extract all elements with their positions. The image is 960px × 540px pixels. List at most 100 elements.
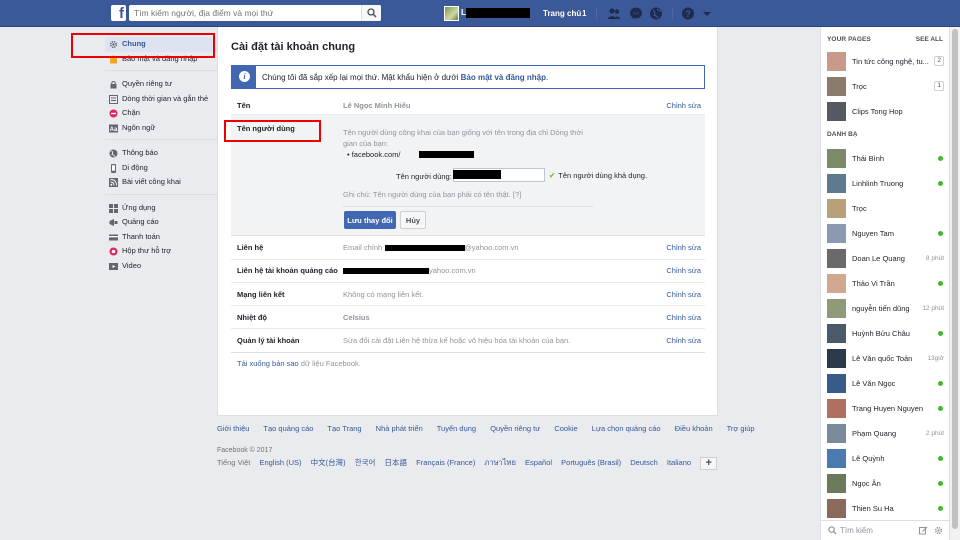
sidebar-item-mobile[interactable]: Di động — [105, 161, 217, 176]
profile-avatar[interactable] — [444, 6, 459, 21]
friend-requests-icon[interactable] — [607, 7, 621, 20]
highlight-box — [71, 33, 215, 58]
edit-link[interactable]: Chỉnh sửa — [666, 266, 701, 275]
search-input[interactable] — [129, 5, 349, 21]
footer-link[interactable]: Điều khoản — [675, 424, 713, 433]
page-name: Trọc — [852, 82, 867, 91]
contact-item[interactable]: Linhlinh Truong — [826, 172, 946, 194]
contact-item[interactable]: Lê Văn Ngọc — [826, 372, 946, 394]
contact-item[interactable]: Phạm Quang 2 phút — [826, 422, 946, 444]
contact-item[interactable]: Lê Văn quốc Toản 13giờ — [826, 347, 946, 369]
contact-item[interactable]: Trọc — [826, 197, 946, 219]
see-all-link[interactable]: SEE ALL — [916, 36, 943, 43]
sidebar-item-notifications[interactable]: Thông báo — [105, 146, 217, 161]
home-link[interactable]: Trang chủ — [543, 9, 581, 18]
edit-link[interactable]: Chỉnh sửa — [666, 290, 701, 299]
language-link[interactable]: English (US) — [259, 458, 301, 467]
contact-item[interactable]: Doan Le Quang 8 phút — [826, 247, 946, 269]
search-icon — [828, 526, 837, 535]
last-active-time: 13giờ — [927, 355, 944, 362]
sidebar-item-language[interactable]: Aa Ngôn ngữ — [105, 121, 217, 136]
sidebar-item-privacy[interactable]: Quyền riêng tư — [105, 77, 217, 92]
home-count: 1 — [582, 9, 587, 18]
page-item[interactable]: Trọc 1 — [826, 75, 946, 97]
contact-name: Nguyen Tam — [852, 229, 894, 238]
edit-link[interactable]: Chỉnh sửa — [666, 336, 701, 345]
language-link[interactable]: 한국어 — [355, 458, 376, 467]
download-copy-link[interactable]: Tải xuống bản sao — [237, 359, 299, 368]
language-link[interactable]: Français (France) — [416, 458, 475, 467]
language-link[interactable]: Deutsch — [630, 458, 658, 467]
footer-links: Giới thiệu Tạo quảng cáo Tạo Trang Nhà p… — [217, 424, 777, 433]
check-icon: ✔ — [549, 171, 556, 180]
page-item[interactable]: Tin tức công nghệ, tu... 2 — [826, 50, 946, 72]
sidebar-scrollbar[interactable] — [949, 27, 960, 540]
chat-search-input[interactable]: Tìm kiếm — [840, 526, 873, 535]
add-language-button[interactable]: + — [700, 457, 718, 470]
sidebar-item-timeline[interactable]: Dòng thời gian và gắn thẻ — [105, 92, 217, 107]
edit-link[interactable]: Chỉnh sửa — [666, 101, 701, 110]
footer-link[interactable]: Tuyển dụng — [437, 424, 476, 433]
contact-avatar — [827, 449, 846, 468]
language-link[interactable]: 日本語 — [385, 458, 408, 467]
contact-name: Lê Quỳnh — [852, 454, 885, 463]
last-active-time: 12 phút — [922, 305, 944, 312]
save-changes-button[interactable]: Lưu thay đổi — [344, 211, 396, 229]
online-status-dot — [938, 231, 943, 236]
nav-group-notifications: Thông báo Di động Bài viết công khai — [105, 146, 217, 195]
online-status-dot — [938, 381, 943, 386]
contact-item[interactable]: Nguyen Tam — [826, 222, 946, 244]
contact-item[interactable]: nguyễn tiến dũng 12 phút — [826, 297, 946, 319]
contact-item[interactable]: Trang Huyen Nguyen — [826, 397, 946, 419]
help-icon[interactable]: ? — [681, 7, 695, 20]
contact-avatar — [827, 374, 846, 393]
language-link[interactable]: 中文(台灣) — [311, 458, 346, 467]
account-menu-chevron-down-icon[interactable] — [702, 7, 716, 20]
sidebar-item-payments[interactable]: Thanh toán — [105, 230, 217, 245]
contact-item[interactable]: Thảo Vi Trần — [826, 272, 946, 294]
footer-link[interactable]: Tạo Trang — [327, 424, 361, 433]
sidebar-item-public-posts[interactable]: Bài viết công khai — [105, 175, 217, 190]
footer-link[interactable]: Cookie — [554, 424, 577, 433]
svg-text:?: ? — [685, 9, 691, 19]
footer-link[interactable]: Giới thiệu — [217, 424, 249, 433]
language-link[interactable]: ภาษาไทย — [484, 458, 515, 467]
contact-name: Lê Văn Ngọc — [852, 379, 896, 388]
sidebar-item-support-inbox[interactable]: Hộp thư hỗ trợ — [105, 244, 217, 259]
contact-item[interactable]: Thien Su Ha — [826, 497, 946, 519]
footer-link[interactable]: Nhà phát triển — [376, 424, 423, 433]
footer-link[interactable]: Lựa chọn quảng cáo — [592, 424, 661, 433]
page-avatar — [827, 77, 846, 96]
sidebar-item-blocking[interactable]: Chặn — [105, 106, 217, 121]
contact-item[interactable]: Lê Quỳnh — [826, 447, 946, 469]
facebook-logo[interactable]: f — [111, 5, 126, 21]
sidebar-item-videos[interactable]: Video — [105, 259, 217, 274]
contact-item[interactable]: Thái Bình — [826, 147, 946, 169]
sidebar-item-apps[interactable]: Ứng dụng — [105, 201, 217, 216]
page-item[interactable]: Clips Tong Hop — [826, 100, 946, 122]
footer-link[interactable]: Tạo quảng cáo — [263, 424, 313, 433]
cancel-button[interactable]: Hủy — [400, 211, 426, 229]
edit-link[interactable]: Chỉnh sửa — [666, 243, 701, 252]
security-login-link[interactable]: Bảo mật và đăng nhập — [461, 73, 546, 82]
compose-icon[interactable] — [919, 526, 928, 535]
footer-link[interactable]: Trợ giúp — [727, 424, 755, 433]
row-value: Lê Ngọc Minh Hiếu — [343, 101, 411, 110]
edit-link[interactable]: Chỉnh sửa — [666, 313, 701, 322]
footer-link[interactable]: Quyền riêng tư — [490, 424, 540, 433]
language-link[interactable]: Português (Brasil) — [561, 458, 621, 467]
gear-icon[interactable] — [934, 526, 943, 535]
redacted-name — [466, 8, 530, 18]
divider — [596, 7, 597, 20]
language-link[interactable]: Español — [525, 458, 552, 467]
messenger-icon[interactable] — [629, 7, 643, 20]
contact-item[interactable]: Huỳnh Bửu Châu — [826, 322, 946, 344]
contact-avatar — [827, 474, 846, 493]
contact-item[interactable]: Ngọc Ân — [826, 472, 946, 494]
sidebar-item-label: Video — [122, 260, 142, 270]
language-link[interactable]: Italiano — [667, 458, 691, 467]
search-button[interactable] — [361, 5, 381, 21]
scrollbar-thumb[interactable] — [952, 29, 958, 529]
sidebar-item-ads[interactable]: Quảng cáo — [105, 215, 217, 230]
notifications-globe-icon[interactable] — [649, 7, 663, 20]
